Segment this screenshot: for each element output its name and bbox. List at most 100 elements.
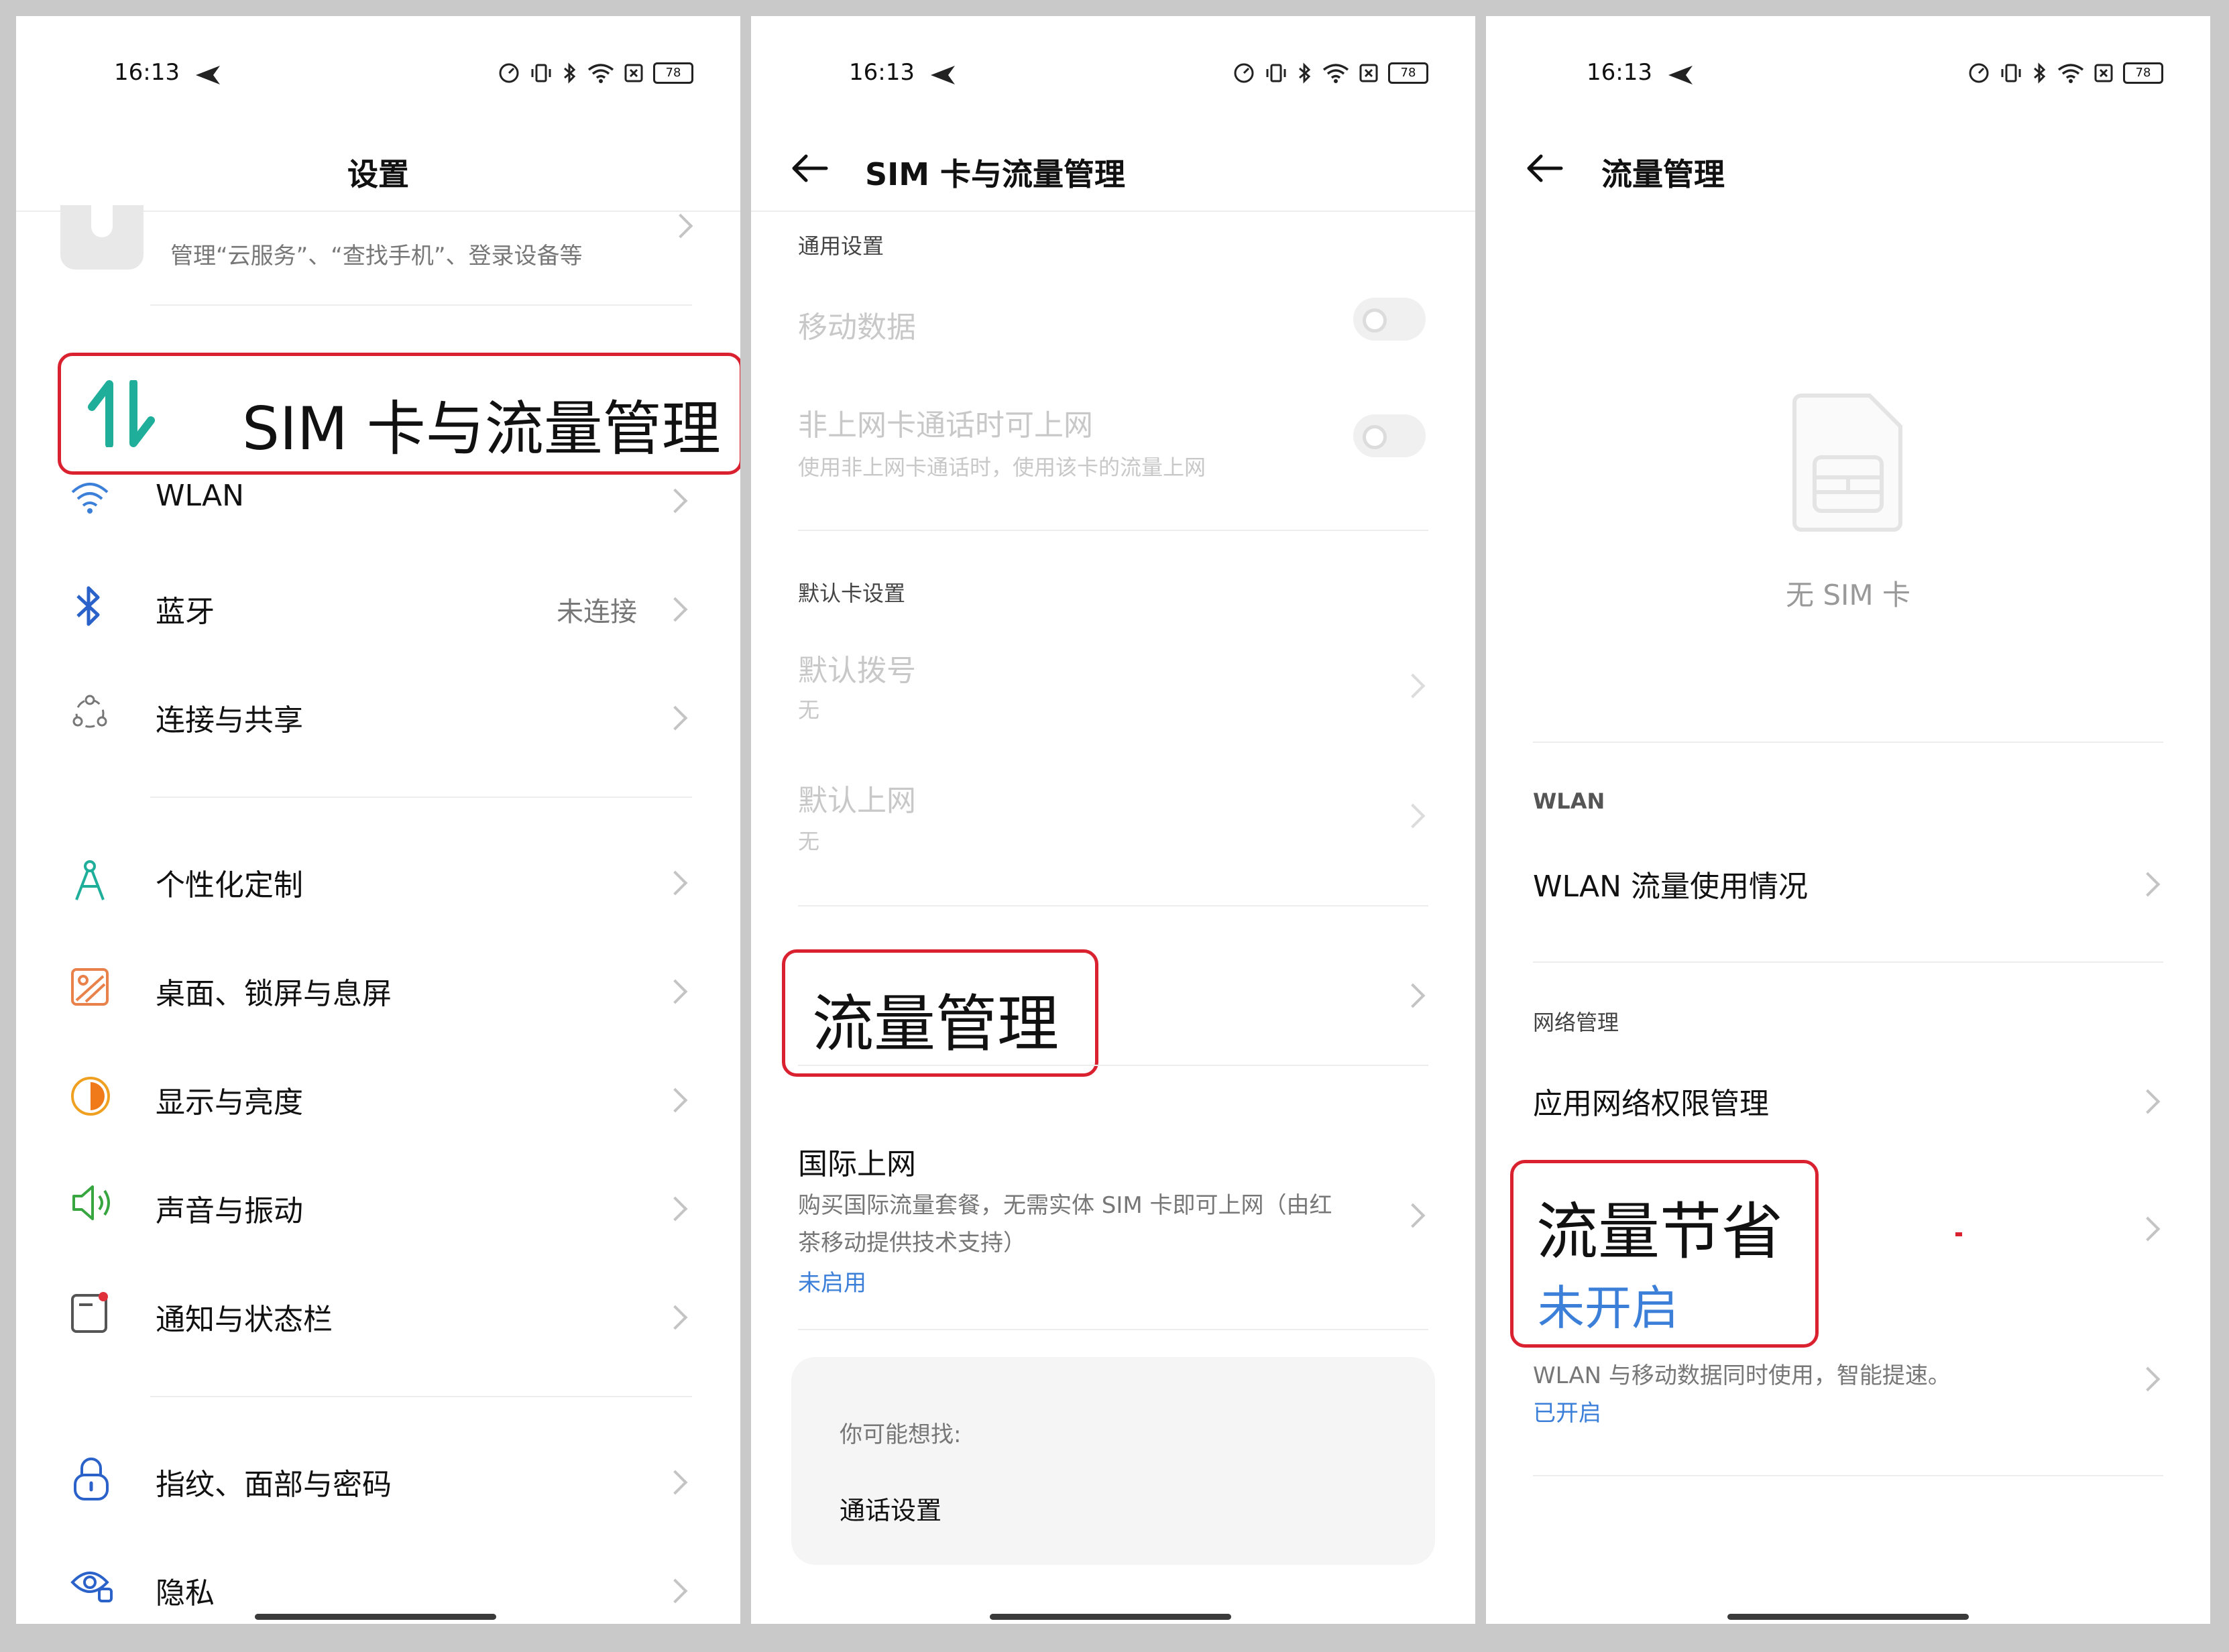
- bluetooth-label[interactable]: 蓝牙: [156, 587, 215, 630]
- no-sim-label: 无 SIM 卡: [1786, 579, 1910, 611]
- wifi-icon: [1322, 64, 1349, 83]
- suggestion-call-settings[interactable]: 通话设置: [840, 1490, 941, 1527]
- location-arrow-icon: [931, 66, 955, 84]
- app-network-label[interactable]: 应用网络权限管理: [1533, 1079, 1769, 1122]
- chevron-right-icon: [663, 597, 688, 622]
- chevron-right-icon: [663, 870, 688, 896]
- notification-icon: [71, 1292, 108, 1333]
- speaker-icon: [72, 1185, 110, 1220]
- status-icons: 78: [498, 62, 693, 84]
- suggestion-card: 你可能想找: 通话设置: [791, 1357, 1435, 1565]
- non-data-call-label: 非上网卡通话时可上网: [798, 408, 1093, 442]
- home-indicator[interactable]: [1727, 1614, 1969, 1620]
- account-subtitle: 管理“云服务”、“查找手机”、登录设备等: [170, 243, 583, 270]
- no-sim-icon: [1359, 64, 1378, 82]
- no-sim-icon: [2094, 64, 2113, 82]
- section-general: 通用设置: [798, 233, 884, 259]
- back-arrow-icon[interactable]: [791, 154, 829, 183]
- status-icons: 78: [1233, 62, 1428, 84]
- location-arrow-icon: [1668, 66, 1693, 84]
- chevron-right-icon: [663, 1470, 688, 1495]
- non-data-call-desc: 使用非上网卡通话时，使用该卡的流量上网: [798, 455, 1206, 480]
- status-icons: 78: [1967, 62, 2163, 84]
- chevron-right-icon: [2135, 1089, 2161, 1114]
- sim-traffic-label: SIM 卡与流量管理: [242, 394, 721, 463]
- bluetooth-icon: [564, 62, 576, 84]
- section-default-card: 默认卡设置: [798, 581, 906, 606]
- chevron-right-icon: [2135, 872, 2161, 897]
- chevron-right-icon: [668, 213, 693, 239]
- chevron-right-icon: [663, 1087, 688, 1113]
- section-wlan: WLAN: [1533, 788, 1605, 814]
- wifi-icon: [2057, 64, 2084, 83]
- wlan-usage-label[interactable]: WLAN 流量使用情况: [1533, 862, 1808, 905]
- chevron-right-icon: [663, 1305, 688, 1330]
- sim-traffic-screen: 16:13 78 SIM 卡与流量管理 通用设置 移动数据 非上网卡通话时可上网…: [751, 16, 1475, 1624]
- speed-icon: [1234, 63, 1254, 83]
- section-network: 网络管理: [1533, 1010, 1619, 1035]
- wallpaper-icon: [71, 968, 109, 1006]
- sim-traffic-row[interactable]: SIM 卡与流量管理: [58, 353, 740, 475]
- settings-screen: 16:13 78 设置 管理“云服务”、“查找手机”、登录设备等 SIM 卡与流…: [16, 16, 740, 1624]
- chevron-right-icon: [1400, 1203, 1426, 1228]
- traffic-management-label: 流量管理: [812, 988, 1060, 1060]
- mobile-data-label: 移动数据: [798, 310, 916, 345]
- home-indicator[interactable]: [255, 1614, 496, 1620]
- battery-icon: 78: [653, 62, 693, 84]
- status-time: 16:13: [114, 59, 180, 86]
- sound-label[interactable]: 声音与振动: [156, 1187, 303, 1230]
- bluetooth-icon: [2034, 62, 2046, 84]
- traffic-management-row[interactable]: 流量管理: [782, 949, 1098, 1077]
- battery-icon: 78: [1388, 62, 1428, 84]
- suggestion-title: 你可能想找:: [840, 1421, 962, 1448]
- chevron-right-icon: [663, 705, 688, 731]
- chevron-right-icon: [663, 1196, 688, 1222]
- vibrate-icon: [1266, 64, 1286, 82]
- compass-icon: [75, 860, 105, 900]
- wifi-icon: [587, 64, 614, 83]
- vibrate-icon: [531, 64, 551, 82]
- dual-channel-status: 已开启: [1533, 1400, 1601, 1427]
- default-dial-value: 无: [798, 697, 820, 723]
- chevron-right-icon: [2135, 1216, 2161, 1242]
- dual-channel-desc: WLAN 与移动数据同时使用，智能提速。: [1533, 1362, 1951, 1389]
- location-arrow-icon: [196, 66, 220, 84]
- no-sim-icon: [624, 64, 643, 82]
- intl-data-title[interactable]: 国际上网: [798, 1140, 916, 1183]
- chevron-right-icon: [663, 1578, 688, 1604]
- brightness-icon: [71, 1077, 110, 1116]
- data-saver-row[interactable]: 流量节省 未开启: [1510, 1160, 1819, 1348]
- battery-icon: 78: [2123, 62, 2163, 84]
- wifi-icon: [71, 483, 109, 514]
- data-saver-status: 未开启: [1538, 1281, 1678, 1336]
- speed-icon: [1969, 63, 1989, 83]
- default-net-label: 默认上网: [798, 784, 916, 818]
- status-time: 16:13: [1587, 59, 1652, 86]
- privacy-eye-icon: [70, 1572, 113, 1602]
- lock-icon: [74, 1458, 109, 1500]
- privacy-label[interactable]: 隐私: [156, 1569, 215, 1612]
- default-dial-label: 默认拨号: [798, 654, 916, 688]
- bluetooth-status: 未连接: [557, 597, 637, 628]
- wlan-label[interactable]: WLAN: [156, 479, 244, 513]
- personalization-label[interactable]: 个性化定制: [156, 861, 303, 904]
- desktop-lock-label[interactable]: 桌面、锁屏与息屏: [156, 969, 392, 1012]
- avatar-figure: [91, 205, 113, 237]
- intl-data-desc-2: 茶移动提供技术支持）: [798, 1230, 1026, 1256]
- chevron-right-icon: [1400, 803, 1426, 829]
- chevron-right-icon: [2135, 1366, 2161, 1392]
- display-label[interactable]: 显示与亮度: [156, 1078, 303, 1121]
- fingerprint-label[interactable]: 指纹、面部与密码: [156, 1460, 392, 1503]
- bluetooth-icon: [76, 586, 100, 626]
- chevron-right-icon: [663, 488, 688, 514]
- non-data-call-toggle[interactable]: [1353, 414, 1426, 457]
- vibrate-icon: [2001, 64, 2021, 82]
- mobile-data-toggle[interactable]: [1353, 298, 1426, 341]
- bluetooth-icon: [1299, 62, 1311, 84]
- notification-label[interactable]: 通知与状态栏: [156, 1295, 333, 1338]
- home-indicator[interactable]: [990, 1614, 1231, 1620]
- connect-share-label[interactable]: 连接与共享: [156, 696, 303, 739]
- back-arrow-icon[interactable]: [1526, 154, 1564, 183]
- red-dot-mark: [1955, 1232, 1962, 1236]
- default-net-value: 无: [798, 829, 820, 854]
